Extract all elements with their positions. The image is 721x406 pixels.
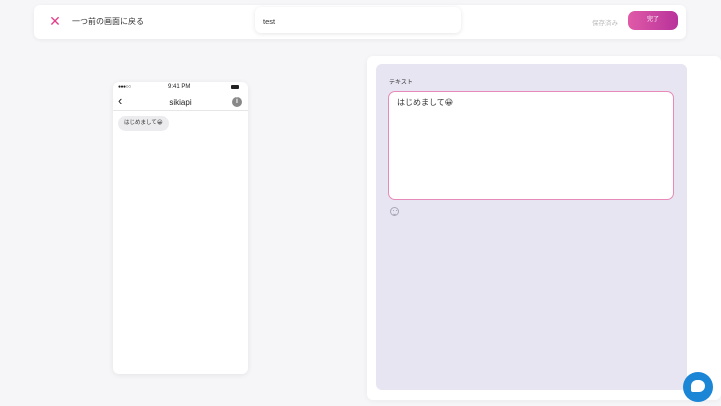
chat-title: sikiapi bbox=[169, 98, 192, 107]
signal-icon: ●●●○○ bbox=[118, 84, 131, 90]
saved-status: 保存済み bbox=[592, 20, 618, 27]
info-icon[interactable]: i bbox=[232, 97, 242, 107]
message-text-input[interactable]: はじめまして😀 bbox=[388, 91, 674, 200]
text-field-label: テキスト bbox=[389, 80, 413, 86]
top-bar: ✕ 一つ前の画面に戻る test 保存済み 完了 bbox=[34, 5, 686, 39]
battery-icon bbox=[231, 85, 239, 89]
status-bar: ●●●○○ 9:41 PM bbox=[113, 82, 248, 94]
chat-nav-bar: ‹ sikiapi i bbox=[113, 93, 248, 111]
phone-preview: ●●●○○ 9:41 PM ‹ sikiapi i はじめまして😀 bbox=[113, 82, 248, 374]
emoji-mouth bbox=[393, 212, 396, 215]
chat-icon bbox=[691, 380, 705, 392]
editor-panel: テキスト はじめまして😀 bbox=[376, 64, 687, 390]
message-bubble: はじめまして😀 bbox=[118, 116, 169, 131]
title-input[interactable]: test bbox=[255, 7, 461, 33]
emoji-icon[interactable] bbox=[390, 207, 399, 216]
status-time: 9:41 PM bbox=[168, 84, 191, 90]
back-link[interactable]: 一つ前の画面に戻る bbox=[72, 16, 144, 27]
chat-support-button[interactable] bbox=[683, 372, 713, 402]
done-button[interactable]: 完了 bbox=[628, 11, 678, 30]
title-input-value: test bbox=[263, 17, 276, 26]
close-icon[interactable]: ✕ bbox=[48, 14, 62, 28]
